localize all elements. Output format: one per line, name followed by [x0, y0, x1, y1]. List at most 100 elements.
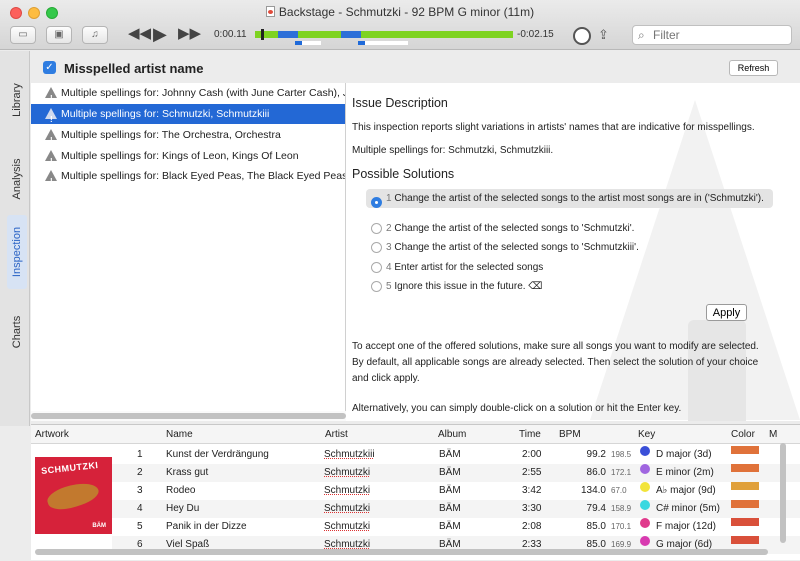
help-text-1: To accept one of the offered solutions, …: [352, 341, 759, 352]
issue-list-scrollbar[interactable]: [31, 411, 346, 421]
search-field[interactable]: ⌕: [632, 25, 792, 45]
table-vertical-scrollbar[interactable]: [778, 443, 788, 543]
column-header-m[interactable]: M: [769, 429, 777, 440]
window-title-container: Backstage - Schmutzki - 92 BPM G minor (…: [0, 5, 800, 19]
previous-track-button[interactable]: ◀◀: [128, 25, 151, 43]
issue-item[interactable]: Multiple spellings for: Johnny Cash (wit…: [31, 83, 345, 103]
help-text-4: Alternatively, you can simply double-cli…: [352, 403, 682, 414]
inspection-enabled-checkbox[interactable]: ✓: [43, 61, 56, 74]
waveform-marker: [365, 41, 408, 45]
column-header-album[interactable]: Album: [438, 429, 466, 440]
add-music-button[interactable]: ♫: [82, 26, 108, 44]
column-header-name[interactable]: Name: [166, 429, 193, 440]
issue-description-text: This inspection reports slight variation…: [352, 122, 755, 133]
playback-progress-bar[interactable]: [255, 29, 513, 40]
tab-library[interactable]: Library: [7, 61, 27, 139]
column-header-key[interactable]: Key: [638, 429, 655, 440]
share-icon[interactable]: ⇪: [598, 27, 609, 43]
issue-item-selected[interactable]: Multiple spellings for: Schmutzki, Schmu…: [31, 104, 345, 124]
window-title: Backstage - Schmutzki - 92 BPM G minor (…: [278, 5, 535, 19]
color-swatch: [731, 536, 759, 544]
inspection-header: ✓ Misspelled artist name Refresh: [31, 51, 800, 83]
document-icon: [265, 6, 275, 17]
table-row[interactable]: 1 Kunst der Verdrängung Schmutzkiii BÄM …: [112, 446, 800, 464]
column-header-artwork[interactable]: Artwork: [35, 429, 69, 440]
progress-segment: [278, 31, 298, 38]
key-color-dot: [640, 536, 650, 546]
color-swatch: [731, 446, 759, 454]
solution-option-1[interactable]: 1 Change the artist of the selected song…: [366, 189, 773, 208]
tab-inspection[interactable]: Inspection: [7, 215, 27, 289]
vertical-tab-bar: Library Analysis Inspection Charts: [0, 51, 30, 426]
waveform-marker: [358, 41, 365, 45]
solution-option-4[interactable]: 4 Enter artist for the selected songs: [366, 261, 773, 274]
browser-button[interactable]: ▣: [46, 26, 72, 44]
column-header-time[interactable]: Time: [519, 429, 541, 440]
scrollbar-thumb[interactable]: [780, 443, 786, 543]
column-header-artist[interactable]: Artist: [325, 429, 348, 440]
scrollbar-thumb[interactable]: [35, 549, 768, 555]
table-header: Artwork Name Artist Album Time BPM Key C…: [31, 425, 800, 444]
search-icon: ⌕: [638, 28, 645, 42]
warning-icon: [45, 170, 57, 186]
issue-list: Multiple spellings for: Johnny Cash (wit…: [31, 83, 346, 419]
next-track-button[interactable]: ▶▶: [178, 25, 201, 43]
songs-table: Artwork Name Artist Album Time BPM Key C…: [31, 424, 800, 560]
help-text-3: and click apply.: [352, 373, 420, 384]
window-titlebar: Backstage - Schmutzki - 92 BPM G minor (…: [0, 0, 800, 50]
toggle-sidebar-button[interactable]: ▭: [10, 26, 36, 44]
radio-button[interactable]: [371, 281, 382, 292]
issue-description-heading: Issue Description: [352, 96, 448, 110]
play-button[interactable]: ▶: [153, 25, 167, 43]
radio-selected[interactable]: [371, 197, 382, 208]
column-header-color[interactable]: Color: [731, 429, 755, 440]
issue-item[interactable]: Multiple spellings for: The Orchestra, O…: [31, 125, 345, 145]
issue-item[interactable]: Multiple spellings for: Black Eyed Peas,…: [31, 166, 345, 186]
volume-knob-icon[interactable]: [573, 27, 591, 45]
search-input[interactable]: [653, 27, 788, 43]
issue-item[interactable]: Multiple spellings for: Kings of Leon, K…: [31, 146, 345, 166]
table-body: 1 Kunst der Verdrängung Schmutzkiii BÄM …: [31, 445, 800, 561]
watermark-pillar: [688, 320, 746, 421]
waveform-marker: [302, 41, 321, 45]
table-row[interactable]: 3 Rodeo Schmutzki BÄM 3:42 134.0 67.0 A♭…: [112, 482, 800, 500]
sidebar-icon: ▭: [18, 29, 28, 40]
tab-charts[interactable]: Charts: [7, 301, 27, 363]
music-add-icon: ♫: [91, 29, 99, 40]
key-color-dot: [640, 518, 650, 528]
progress-segment: [341, 31, 361, 38]
remaining-time: -0:02.15: [517, 29, 554, 40]
apply-button[interactable]: Apply: [706, 304, 747, 321]
browser-icon: ▣: [54, 29, 64, 40]
color-swatch: [731, 518, 759, 526]
tab-analysis[interactable]: Analysis: [7, 143, 27, 215]
color-swatch: [731, 464, 759, 472]
color-swatch: [731, 482, 759, 490]
radio-button[interactable]: [371, 242, 382, 253]
inspection-title: Misspelled artist name: [64, 61, 204, 76]
solution-option-2[interactable]: 2 Change the artist of the selected song…: [366, 222, 773, 235]
help-text-2: By default, all applicable songs are alr…: [352, 357, 759, 368]
table-row[interactable]: 2 Krass gut Schmutzki BÄM 2:55 86.0 172.…: [112, 464, 800, 482]
radio-button[interactable]: [371, 262, 382, 273]
table-row[interactable]: 4 Hey Du Schmutzki BÄM 3:30 79.4 158.9 C…: [112, 500, 800, 518]
key-color-dot: [640, 500, 650, 510]
playhead-knob[interactable]: [261, 29, 264, 40]
key-color-dot: [640, 464, 650, 474]
solution-option-3[interactable]: 3 Change the artist of the selected song…: [366, 241, 773, 254]
warning-icon: [45, 87, 57, 103]
scrollbar-thumb[interactable]: [31, 413, 346, 419]
table-row[interactable]: 5 Panik in der Dizze Schmutzki BÄM 2:08 …: [112, 518, 800, 536]
elapsed-time: 0:00.11: [214, 29, 247, 40]
key-color-dot: [640, 446, 650, 456]
issue-detail-text: Multiple spellings for: Schmutzki, Schmu…: [352, 145, 554, 156]
table-horizontal-scrollbar[interactable]: [31, 547, 776, 557]
possible-solutions-heading: Possible Solutions: [352, 167, 455, 181]
column-header-bpm[interactable]: BPM: [559, 429, 581, 440]
warning-icon: [45, 129, 57, 145]
warning-icon: [45, 150, 57, 166]
radio-button[interactable]: [371, 223, 382, 234]
color-swatch: [731, 500, 759, 508]
solution-option-5[interactable]: 5 Ignore this issue in the future. ⌫: [366, 280, 773, 293]
refresh-button[interactable]: Refresh: [729, 60, 778, 76]
